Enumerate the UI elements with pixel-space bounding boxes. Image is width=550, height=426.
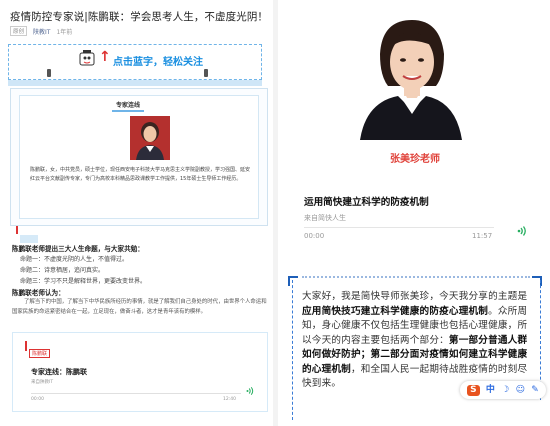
sogou-logo-icon[interactable]: S: [467, 384, 480, 396]
expert-audio-card: 陈鹏联 专家连线：陈鹏联 来自陕教IT 00:00 12:40: [12, 332, 268, 412]
publish-date: 1年前: [56, 28, 73, 36]
audio-source: 来自简快人生: [304, 214, 346, 222]
ime-toolbar: S 中 ☽ ☺ ✎: [460, 381, 546, 399]
proposition-line: 命题二：诗意栖居，追问真实。: [20, 267, 105, 274]
left-article-panel: 疫情防控专家说|陈鹏联：学会思考人生，不虚度光阴！ 原创 陕教IT 1年前 ↑ …: [0, 0, 272, 426]
teacher-portrait: [352, 10, 470, 140]
section-paragraph: 了解当下的中国，了解当下中华民族所经历的事情，就是了解我们自己身处的时代，由世界…: [12, 299, 267, 315]
audio-card-tag: 陈鹏联: [29, 349, 51, 358]
profile-bio: 陈鹏联，女，中共党员，硕士学位，现任西安电子科技大学马克思主义学院副教授，学习强…: [30, 167, 251, 182]
original-badge: 原创: [10, 26, 28, 36]
audio-title[interactable]: 运用简快建立科学的防疫机制: [304, 194, 429, 208]
section-heading-2: 陈鹏联老师认为：: [12, 289, 65, 297]
proposition-line: 命题一：不虚度光阴的人生，不值得过。: [20, 256, 129, 263]
pen-icon[interactable]: ✎: [531, 385, 539, 395]
quote-corner-left: [288, 276, 298, 286]
moon-icon[interactable]: ☽: [501, 385, 509, 395]
expert-photo: [130, 116, 170, 160]
quote-dotted-border: [302, 276, 530, 278]
profile-inner: 专家连线 陈鹏联，女，中共党员，硕士学位，现任西安电子科技大学马克思主义学院副教…: [19, 95, 259, 219]
article-meta: 原创 陕教IT 1年前: [10, 26, 72, 36]
audio-duration: 11:57: [472, 232, 493, 240]
follow-text: 点击蓝字，轻松关注: [113, 57, 203, 68]
audio-card-play-icon[interactable]: [245, 386, 255, 398]
audio-card-current-time: 00:00: [31, 397, 44, 402]
proposition-line: 命题三：学习不只是解释世界，更要改变世界。: [20, 278, 147, 285]
teacher-name: 张美珍老师: [390, 154, 440, 165]
section-tag: [20, 235, 38, 243]
emoji-icon[interactable]: ☺: [516, 385, 525, 395]
banner-deco-left: [47, 69, 51, 77]
audio-progress-bar[interactable]: [304, 227, 494, 228]
right-article-panel: 张美珍老师 运用简快建立科学的防疫机制 来自简快人生 00:00 11:57 大…: [278, 0, 550, 426]
audio-player: 运用简快建立科学的防疫机制 来自简快人生 00:00 11:57: [294, 182, 534, 248]
intro-quote-box: 大家好，我是简快导师张美珍，今天我分享的主题是应用简快技巧建立科学健康的防疫心理…: [288, 270, 548, 426]
audio-current-time: 00:00: [304, 232, 325, 240]
follow-banner[interactable]: ↑ 点击蓝字，轻松关注: [8, 44, 262, 80]
intro-text: 大家好，我是简快导师张美珍，今天我分享的主题是应用简快技巧建立科学健康的防疫心理…: [302, 291, 528, 389]
mascot-icon: [77, 49, 97, 71]
section-heading: 陈鹏联老师提出三大人生命题，与大家共勉：: [12, 245, 144, 253]
banner-deco-right: [204, 69, 208, 77]
banner-divider: [8, 80, 262, 86]
chinese-mode-button[interactable]: 中: [486, 385, 495, 395]
audio-card-progress[interactable]: [31, 393, 241, 394]
quote-border-left: [292, 280, 293, 420]
account-link[interactable]: 陕教IT: [33, 27, 50, 36]
audio-card-source: 来自陕教IT: [31, 380, 54, 385]
audio-play-icon[interactable]: [516, 222, 528, 236]
arrow-up-icon: ↑: [99, 49, 111, 65]
section-marker: [16, 226, 18, 234]
profile-tag: 专家连线: [112, 100, 145, 112]
audio-card-duration: 12:40: [223, 397, 236, 402]
audio-card-marker: [25, 341, 27, 351]
expert-profile-card: 专家连线 陈鹏联，女，中共党员，硕士学位，现任西安电子科技大学马克思主义学院副教…: [10, 88, 268, 226]
article-title: 疫情防控专家说|陈鹏联：学会思考人生，不虚度光阴！: [10, 11, 269, 23]
audio-card-title[interactable]: 专家连线：陈鹏联: [31, 367, 87, 377]
